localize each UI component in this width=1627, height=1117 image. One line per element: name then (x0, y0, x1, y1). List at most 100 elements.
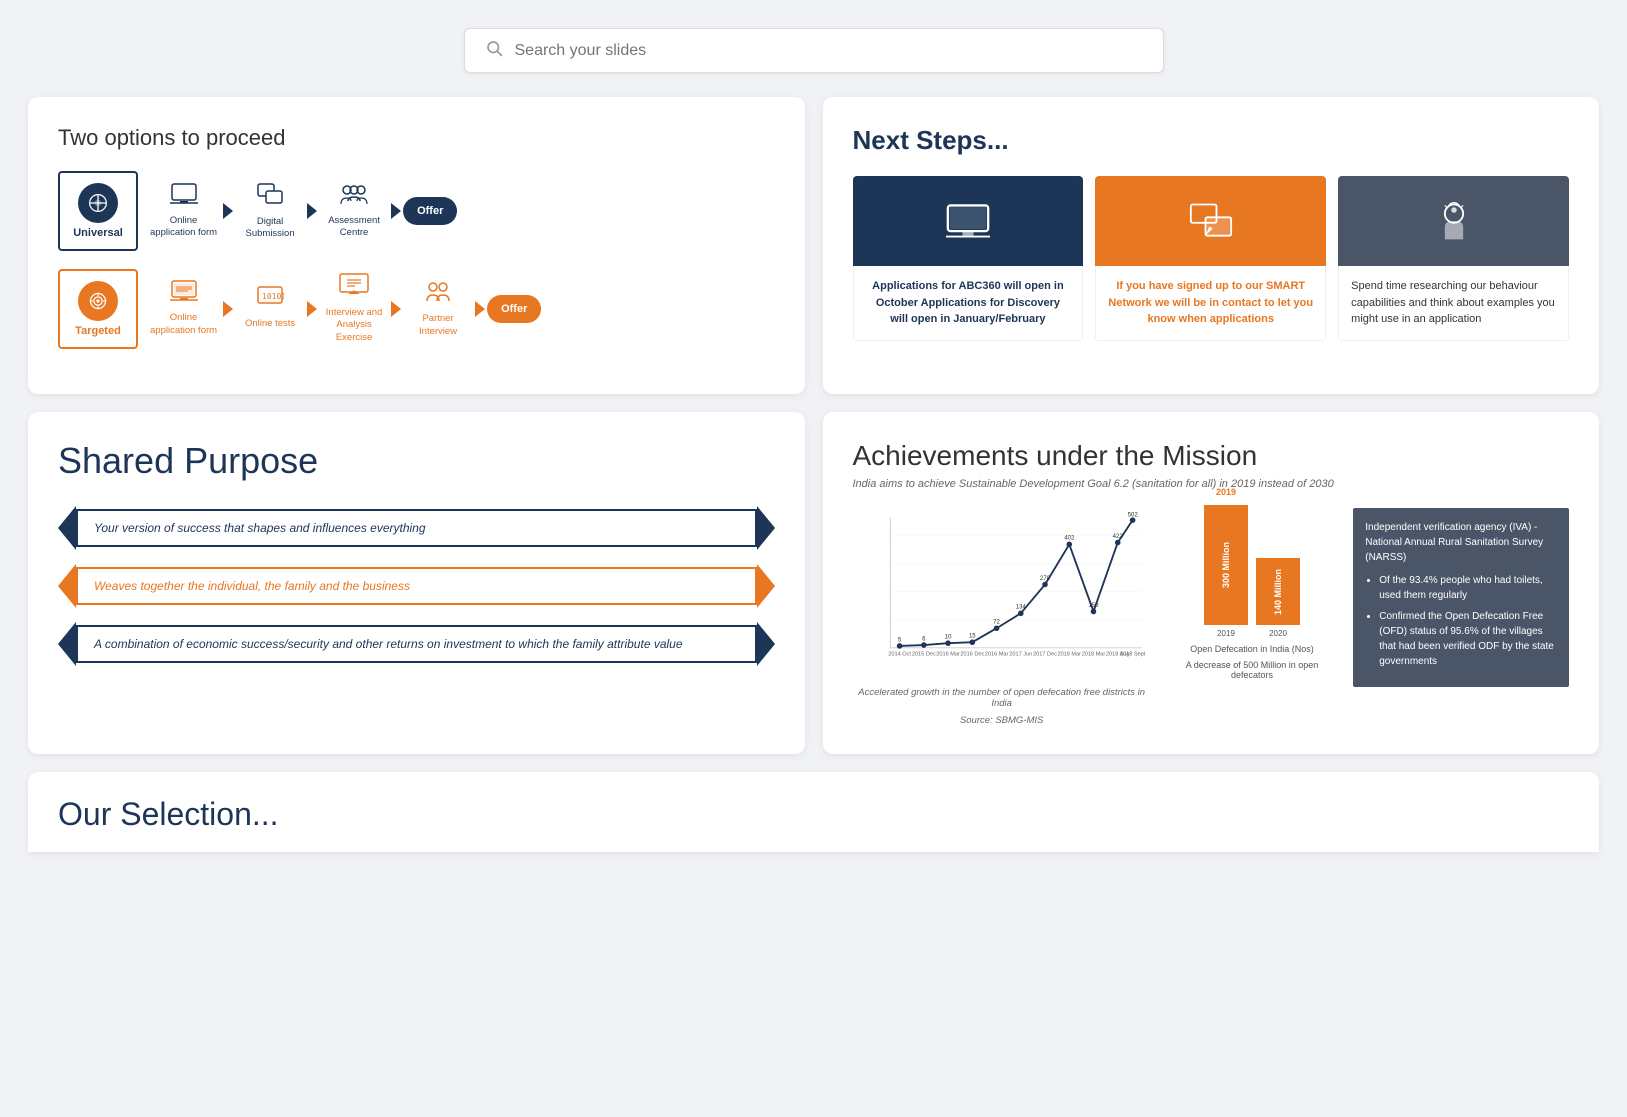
bar-col-2020: 2020 140 Million 2020 (1256, 505, 1300, 638)
targeted-start: Targeted (58, 269, 138, 349)
step-interview: Interview andAnalysisExercise (319, 267, 389, 350)
next-step-body-2: If you have signed up to our SMART Netwo… (1095, 266, 1326, 341)
search-input[interactable] (515, 42, 1143, 60)
search-icon (485, 39, 503, 62)
slide-next-steps: Next Steps... Applications for ABC360 wi… (823, 97, 1600, 394)
step-online-app-2: Onlineapplication form (146, 274, 221, 343)
universal-circle-icon (78, 183, 118, 223)
step-online-tests: 10101 Online tests (235, 280, 305, 336)
svg-text:402: 402 (1064, 536, 1075, 542)
chevron-right-3 (757, 622, 775, 666)
universal-start: Universal (58, 171, 138, 251)
bar-chart-container: 2019 300 Million 2019 2020 140 Million (1167, 508, 1337, 680)
partner-icon (423, 279, 453, 309)
info-box: Independent verification agency (IVA) - … (1353, 508, 1569, 687)
slide-achievements: Achievements under the Mission India aim… (823, 412, 1600, 754)
universal-steps-row: Onlineapplication form DigitalSubmission (146, 176, 775, 247)
line-chart-source: Source: SBMG-MIS (853, 715, 1151, 726)
bar-col-2019: 2019 300 Million 2019 (1204, 505, 1248, 638)
step-partner-interview: PartnerInterview (403, 273, 473, 344)
search-bar (464, 28, 1164, 73)
step-label-digital: DigitalSubmission (246, 216, 295, 241)
step-label-interview: Interview andAnalysisExercise (326, 307, 383, 344)
slide-two-options: Two options to proceed Universal Onlinea… (28, 97, 805, 394)
universal-pathway: Universal Onlineapplication form Digital… (58, 171, 775, 251)
main-grid: Two options to proceed Universal Onlinea… (0, 97, 1627, 772)
slide2-title: Next Steps... (853, 125, 1570, 156)
svg-text:2016 Dec: 2016 Dec (960, 651, 984, 657)
svg-text:150: 150 (1088, 603, 1099, 609)
targeted-offer: Offer (487, 295, 541, 323)
universal-offer: Offer (403, 197, 457, 225)
bar-2019-label: 2019 (1216, 487, 1236, 497)
svg-text:72: 72 (993, 620, 1000, 626)
bottom-partial: Our Selection... (0, 772, 1627, 870)
chat-icon (256, 182, 284, 212)
next-step-header-3 (1338, 176, 1569, 266)
bar-2020: 140 Million (1256, 558, 1300, 625)
chevron-right-1 (757, 506, 775, 550)
step-digital-submission: DigitalSubmission (235, 176, 305, 247)
step-label-assessment: AssessmentCentre (328, 215, 380, 240)
laptop-icon-2 (170, 280, 198, 308)
bar-2020-value: 140 Million (1273, 569, 1283, 615)
svg-text:134: 134 (1015, 605, 1026, 611)
bar-2019: 300 Million (1204, 505, 1248, 625)
step-label-online-app-1: Onlineapplication form (150, 215, 217, 240)
slide4-title: Achievements under the Mission (853, 440, 1570, 472)
bar-2019-value: 300 Million (1221, 542, 1231, 588)
targeted-label: Targeted (75, 325, 121, 337)
svg-text:502: 502 (1127, 512, 1138, 518)
chevron-left-3 (58, 622, 76, 666)
universal-label: Universal (73, 227, 123, 239)
people-icon (339, 183, 369, 211)
info-bullet-1: Of the 93.4% people who had toilets, use… (1379, 573, 1557, 603)
svg-text:2016 Mar: 2016 Mar (936, 651, 960, 657)
arrow-t4 (475, 301, 485, 317)
interview-icon (339, 273, 369, 303)
bar-chart-bars: 2019 300 Million 2019 2020 140 Million (1204, 508, 1300, 638)
svg-text:10: 10 (944, 635, 951, 641)
step-label-tests: Online tests (245, 318, 295, 330)
slide4-subtitle: India aims to achieve Sustainable Develo… (853, 478, 1570, 490)
targeted-circle-icon (78, 281, 118, 321)
step-label-online-app-2: Onlineapplication form (150, 312, 217, 337)
slide-shared-purpose: Shared Purpose Your version of success t… (28, 412, 805, 754)
next-step-card-1: Applications for ABC360 will open in Oct… (853, 176, 1084, 341)
laptop-icon-1 (170, 183, 198, 211)
svg-text:270: 270 (1039, 576, 1050, 582)
step-assessment: AssessmentCentre (319, 177, 389, 246)
chevron-left-1 (58, 506, 76, 550)
next-step-body-3: Spend time researching our behaviour cap… (1338, 266, 1569, 341)
arrow3 (391, 203, 401, 219)
bar-2020-label-top: 2020 (1268, 558, 1288, 568)
slide3-title: Shared Purpose (58, 440, 775, 482)
step-online-app-1: Onlineapplication form (146, 177, 221, 246)
arrow2 (307, 203, 317, 219)
info-title: Independent verification agency (IVA) - … (1365, 520, 1557, 565)
svg-text:2017 Dec: 2017 Dec (1033, 651, 1057, 657)
svg-text:2018 Mar: 2018 Mar (1057, 651, 1081, 657)
achievements-content: 2014 Oct 2015 Dec 2016 Mar 2016 Dec 2016… (853, 508, 1570, 726)
purpose-item-3: A combination of economic success/securi… (58, 622, 775, 666)
purpose-bar-3: A combination of economic success/securi… (76, 625, 757, 663)
svg-text:2018 Sept: 2018 Sept (1119, 651, 1145, 657)
arrow-t2 (307, 301, 317, 317)
arrow-t1 (223, 301, 233, 317)
targeted-steps-row: Onlineapplication form 10101 Online test… (146, 267, 775, 350)
svg-text:2017 Jun: 2017 Jun (1009, 651, 1032, 657)
bar-year-2019: 2019 (1217, 629, 1235, 638)
svg-text:2015 Dec: 2015 Dec (911, 651, 935, 657)
partial-card: Our Selection... (28, 772, 1599, 852)
svg-text:2016 Mar: 2016 Mar (984, 651, 1008, 657)
tests-icon: 10101 (256, 286, 284, 314)
svg-text:2018 Mar: 2018 Mar (1081, 651, 1105, 657)
line-chart-svg: 2014 Oct 2015 Dec 2016 Mar 2016 Dec 2016… (853, 508, 1151, 676)
svg-text:15: 15 (968, 634, 975, 640)
info-bullet-2: Confirmed the Open Defecation Free (OFD)… (1379, 609, 1557, 669)
next-steps-grid: Applications for ABC360 will open in Oct… (853, 176, 1570, 341)
bar-year-2020: 2020 (1269, 629, 1287, 638)
line-chart-container: 2014 Oct 2015 Dec 2016 Mar 2016 Dec 2016… (853, 508, 1151, 726)
next-step-header-1 (853, 176, 1084, 266)
svg-text:2014 Oct: 2014 Oct (888, 651, 911, 657)
